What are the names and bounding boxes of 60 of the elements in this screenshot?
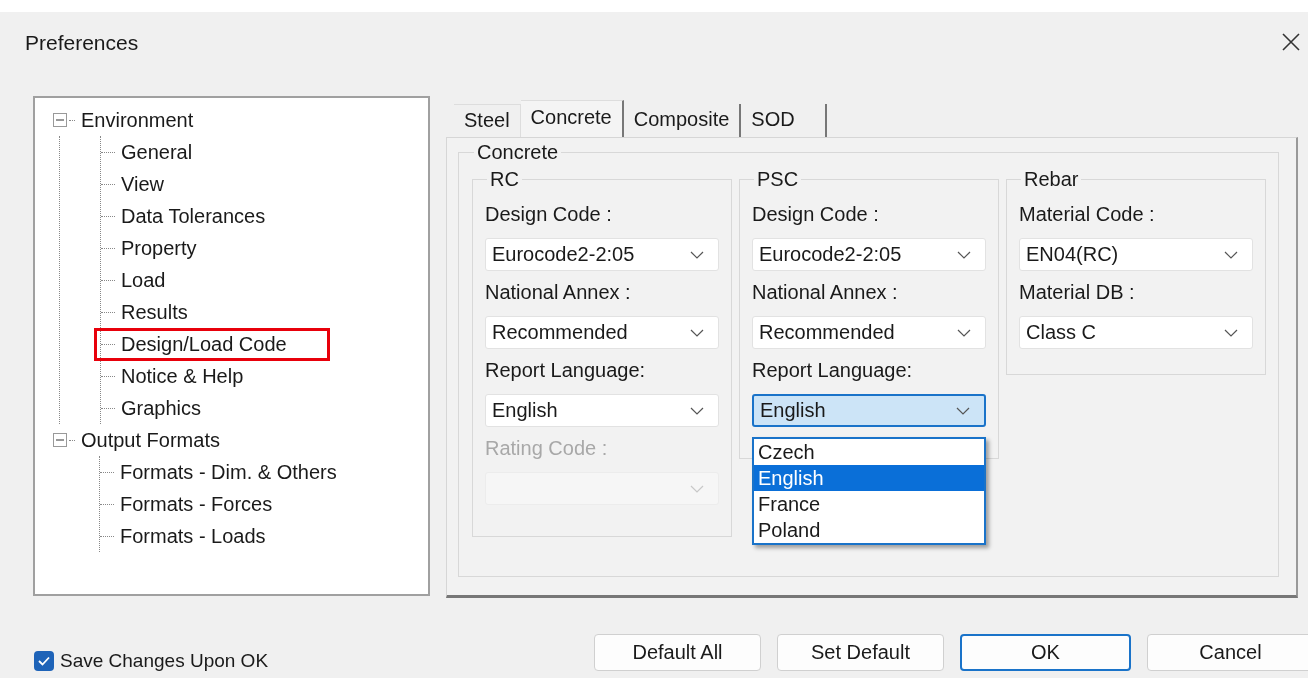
field-label: Design Code : (485, 203, 613, 227)
chevron-down-icon (690, 328, 704, 337)
dropdown[interactable]: Eurocode2-2:05 (752, 238, 986, 271)
collapse-icon[interactable] (53, 113, 67, 127)
tree-item[interactable]: Formats - Forces (118, 491, 275, 517)
tree-item[interactable]: Results (119, 299, 190, 325)
tree-item[interactable]: View (119, 171, 166, 197)
field-label: National Annex : (485, 281, 632, 305)
list-option[interactable]: France (754, 491, 984, 517)
dropdown[interactable]: EN04(RC) (1019, 238, 1253, 271)
dropdown[interactable]: Class C (1019, 316, 1253, 349)
tree-item[interactable]: Formats - Loads (118, 523, 268, 549)
group-title: Concrete (476, 141, 560, 164)
chevron-down-icon (956, 406, 970, 415)
field-label: Rating Code : (485, 437, 609, 461)
chevron-down-icon (957, 250, 971, 259)
list-option[interactable]: Czech (754, 439, 984, 465)
close-icon (1282, 33, 1300, 51)
tree-item[interactable]: Formats - Dim. & Others (118, 459, 339, 485)
group-title: PSC (756, 168, 800, 191)
checkbox-checked[interactable] (34, 651, 54, 671)
chevron-down-icon (1224, 250, 1238, 259)
field-label: National Annex : (752, 281, 899, 305)
dropdown[interactable]: Recommended (485, 316, 719, 349)
dropdown[interactable]: Eurocode2-2:05 (485, 238, 719, 271)
dialog-button[interactable]: Set Default (777, 633, 944, 671)
chevron-down-icon (690, 406, 704, 415)
group-title: Rebar (1023, 168, 1080, 191)
tree-item[interactable]: Load (119, 267, 168, 293)
tree-item[interactable]: Environment (79, 107, 196, 133)
tree-item[interactable]: General (119, 139, 195, 165)
window-title: Preferences (25, 31, 139, 55)
tree-item[interactable]: Property (119, 235, 199, 261)
field-label: Material DB : (1019, 281, 1136, 305)
chevron-down-icon (1224, 328, 1238, 337)
tree-item[interactable]: Design/Load Code (97, 330, 327, 358)
collapse-icon[interactable] (53, 433, 67, 447)
group-title: RC (489, 168, 520, 191)
chevron-down-icon (690, 250, 704, 259)
tree-item[interactable]: Graphics (119, 395, 204, 421)
chevron-down-icon (690, 484, 704, 493)
dropdown[interactable]: Recommended (752, 316, 986, 349)
dialog-button[interactable]: Cancel (1147, 633, 1308, 671)
tree-item[interactable]: Notice & Help (119, 363, 246, 389)
dropdown[interactable]: English (752, 394, 986, 427)
tree-item[interactable]: Data Tolerances (119, 203, 268, 229)
list-option[interactable]: English (754, 465, 984, 491)
tab[interactable]: Concrete (520, 100, 624, 137)
checkbox-label: Save Changes Upon OK (60, 650, 269, 672)
tree-item[interactable]: Output Formats (79, 427, 222, 453)
dropdown[interactable]: English (485, 394, 719, 427)
tab[interactable]: Steel (454, 104, 521, 137)
field-label: Design Code : (752, 203, 880, 227)
chevron-down-icon (957, 328, 971, 337)
dialog-button[interactable]: OK (960, 633, 1131, 671)
list-option[interactable]: Poland (754, 517, 984, 543)
dialog-button[interactable]: Default All (594, 633, 761, 671)
field-label: Report Language: (485, 359, 647, 383)
field-label: Report Language: (752, 359, 914, 383)
field-label: Material Code : (1019, 203, 1156, 227)
